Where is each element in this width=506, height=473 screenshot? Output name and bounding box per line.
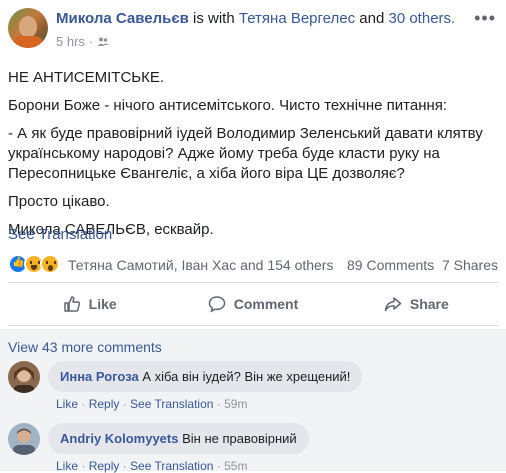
like-label: Like: [88, 296, 117, 312]
shares-count[interactable]: 7 Shares: [442, 257, 498, 273]
reactors-text[interactable]: Тетяна Самотий, Іван Хас and 154 others: [68, 257, 333, 273]
comments-section: View 43 more comments Инна Рогоза А хіба…: [0, 329, 506, 473]
comment-text: Він не правовірний: [182, 431, 297, 446]
reaction-icons[interactable]: [8, 254, 68, 274]
post-meta: 5 hrs ·: [56, 34, 109, 49]
tagged-person[interactable]: Тетяна Вергелес: [239, 10, 355, 27]
tagged-others[interactable]: 30 others.: [388, 10, 455, 27]
comment-bubble: Инна Рогоза А хіба він іудей? Він же хре…: [48, 361, 363, 392]
comment-author[interactable]: Andriy Kolomyyets: [60, 431, 178, 446]
post-header: Микола Савельєв is with Тетяна Вергелес …: [8, 8, 498, 58]
post-paragraph: Просто цікаво.: [8, 193, 110, 210]
comment-actions: Like · Reply · See Translation · 59m: [56, 397, 248, 411]
view-more-comments-link[interactable]: View 43 more comments: [8, 339, 162, 355]
comment-reply-link[interactable]: Reply: [89, 397, 120, 411]
more-horizontal-icon[interactable]: •••: [474, 8, 496, 29]
comment-label: Comment: [233, 296, 299, 312]
comments-count[interactable]: 89 Comments: [347, 257, 434, 273]
post-paragraph: - А як буде правовірний іудей Володимир …: [8, 125, 483, 182]
engagement-counts: 89 Comments 7 Shares: [347, 257, 498, 273]
share-label: Share: [409, 296, 449, 312]
share-button[interactable]: Share: [335, 286, 498, 322]
divider: [8, 325, 498, 326]
post-paragraph: НЕ АНТИСЕМІТСЬКЕ.: [8, 69, 165, 86]
friends-audience-icon[interactable]: [97, 36, 109, 48]
and-text: and: [359, 10, 385, 27]
avatar-shirt: [12, 36, 44, 48]
post-paragraph: Борони Боже - нічого антисемітського. Чи…: [8, 97, 448, 114]
reactions-bar: Тетяна Самотий, Іван Хас and 154 others …: [8, 254, 498, 276]
author-avatar[interactable]: [8, 8, 48, 48]
comment-bubble: Andriy Kolomyyets Він не правовірний: [48, 423, 309, 454]
comment-time[interactable]: 59m: [224, 397, 247, 411]
post-actions: Like Comment Share: [8, 286, 498, 322]
comment-text: А хіба він іудей? Він же хрещений!: [142, 369, 351, 384]
thumbs-up-icon: [63, 296, 80, 312]
share-icon: [384, 297, 402, 312]
author-name[interactable]: Микола Савельєв: [56, 10, 189, 27]
post-header-line: Микола Савельєв is with Тетяна Вергелес …: [56, 10, 455, 27]
commenter-avatar[interactable]: [8, 423, 40, 455]
commenter-avatar[interactable]: [8, 361, 40, 393]
with-text: is with: [193, 10, 235, 27]
post-time[interactable]: 5 hrs: [56, 34, 85, 49]
post-body: НЕ АНТИСЕМІТСЬКЕ. Борони Боже - нічого а…: [8, 68, 500, 248]
commenter-photo: [8, 361, 40, 393]
comment-button[interactable]: Comment: [171, 286, 334, 322]
avatar-face: [19, 16, 37, 38]
comment-like-link[interactable]: Like: [56, 397, 78, 411]
like-button[interactable]: Like: [8, 286, 171, 322]
wow-reaction-icon: [40, 254, 60, 274]
separator-dot: ·: [88, 34, 94, 49]
comment-author[interactable]: Инна Рогоза: [60, 369, 139, 384]
comment-translation-link[interactable]: See Translation: [130, 397, 213, 411]
see-translation-link[interactable]: See Translation: [8, 226, 112, 243]
comment-icon: [208, 296, 225, 313]
commenter-photo: [8, 423, 40, 455]
divider: [8, 282, 498, 283]
